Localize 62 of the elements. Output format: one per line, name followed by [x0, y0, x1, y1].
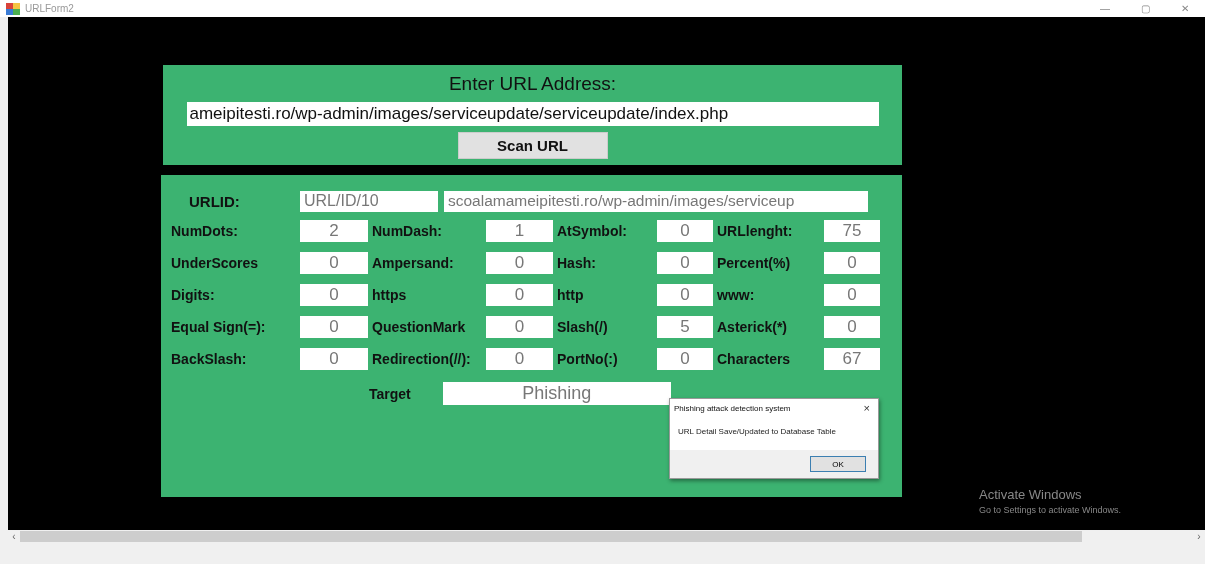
dialog-message: URL Detail Save/Updated to Database Table [677, 426, 837, 438]
minimize-button[interactable]: — [1085, 3, 1125, 14]
field-label: www: [717, 287, 756, 303]
count-field[interactable]: 5 [657, 316, 713, 338]
field-label: Characters [717, 351, 792, 367]
close-button[interactable]: ✕ [1165, 3, 1205, 14]
count-field[interactable]: 75 [824, 220, 880, 242]
activation-message: Go to Settings to activate Windows. [979, 505, 1122, 515]
field-label: Asterick(*) [717, 319, 789, 335]
activation-title: Activate Windows [979, 487, 1083, 502]
count-field[interactable]: 0 [486, 316, 553, 338]
url-text-field[interactable]: scoalamameipitesti.ro/wp-admin/images/serviceup [444, 191, 868, 212]
field-label: UnderScores [171, 255, 260, 271]
scroll-right-button[interactable]: › [1193, 531, 1205, 542]
field-label: URLID: [188, 193, 241, 210]
count-field[interactable]: 0 [300, 316, 368, 338]
url-field[interactable]: ameipitesti.ro/wp-admin/images/serviceupdate/serviceupdate/index.php [186, 102, 879, 126]
count-field[interactable]: 2 [300, 220, 368, 242]
field-label: AtSymbol: [557, 223, 628, 239]
field-label: Hash: [557, 255, 597, 271]
window-title: URLForm2 [25, 3, 74, 14]
count-field[interactable]: 0 [300, 284, 368, 306]
app-icon [6, 2, 20, 15]
field-label: Target [369, 385, 411, 402]
field-label: Redirection(//): [372, 351, 472, 367]
count-field[interactable]: 0 [824, 316, 880, 338]
field-label: Ampersand: [372, 255, 455, 271]
scan-url-button[interactable]: Scan URL [457, 132, 608, 159]
scroll-thumb[interactable] [20, 531, 1082, 542]
field-label: Slash(/) [557, 319, 609, 335]
ok-button[interactable]: OK [810, 456, 866, 472]
field-label: http [557, 287, 585, 303]
close-button[interactable]: × [863, 402, 874, 414]
count-field[interactable]: 0 [824, 284, 880, 306]
field-label: QuestionMark [372, 319, 467, 335]
count-field[interactable]: 0 [486, 284, 553, 306]
url-heading: Enter URL Address: [448, 73, 617, 95]
field-label: PortNo(:) [557, 351, 619, 367]
count-field[interactable]: 0 [657, 252, 713, 274]
count-field[interactable]: 0 [824, 252, 880, 274]
scroll-left-button[interactable]: ‹ [8, 531, 20, 542]
urlid-field[interactable]: URL/ID/10 [300, 191, 438, 212]
field-label: NumDash: [372, 223, 443, 239]
field-label: https [372, 287, 408, 303]
count-field[interactable]: 1 [486, 220, 553, 242]
count-field[interactable]: 67 [824, 348, 880, 370]
count-field[interactable]: 0 [486, 348, 553, 370]
field-label: BackSlash: [171, 351, 248, 367]
count-field[interactable]: 0 [486, 252, 553, 274]
count-field[interactable]: 0 [300, 252, 368, 274]
dialog-title: Phishing attack detection system [674, 403, 791, 413]
count-field[interactable]: 0 [657, 284, 713, 306]
field-label: NumDots: [171, 223, 239, 239]
field-label: Percent(%) [717, 255, 792, 271]
count-field[interactable]: 0 [657, 348, 713, 370]
count-field[interactable]: 0 [657, 220, 713, 242]
field-label: URLlenght: [717, 223, 794, 239]
field-label: Equal Sign(=): [171, 319, 267, 335]
target-field[interactable]: Phishing [442, 382, 671, 405]
count-field[interactable]: 0 [300, 348, 368, 370]
maximize-button[interactable]: ▢ [1125, 3, 1165, 14]
field-label: Digits: [171, 287, 216, 303]
